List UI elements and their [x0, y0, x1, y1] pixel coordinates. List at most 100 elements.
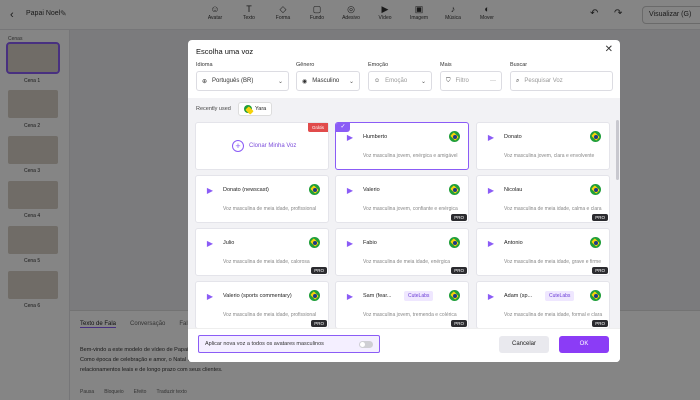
chevron-down-icon: ⌄: [348, 78, 354, 85]
play-icon[interactable]: ▶: [344, 185, 356, 197]
voice-card-sam[interactable]: ▶ Sam (fear... CuteLabs Voz masculina jo…: [335, 281, 469, 329]
voice-description: Voz masculina de meia idade, grave e fir…: [504, 259, 601, 265]
play-icon[interactable]: ▶: [485, 291, 497, 303]
pro-badge: PRO: [592, 320, 608, 327]
voice-card-valerio-sports[interactable]: ▶ Valerio (sports commentary) Voz mascul…: [195, 281, 329, 329]
voice-picker-modal: Escolha uma voz ✕ Idioma ⊕ Português (BR…: [188, 40, 620, 362]
brazil-flag-icon: [309, 237, 320, 248]
voice-name: Adam (sp...: [504, 293, 533, 299]
pro-badge: PRO: [451, 267, 467, 274]
emotion-select[interactable]: ☺ Emoção ⌄: [368, 71, 432, 91]
cutelabs-badge: CuteLabs: [404, 291, 434, 301]
free-badge: Grátis: [307, 123, 328, 132]
voice-description: Voz masculina de meia idade, calma e cla…: [504, 206, 602, 212]
voice-card-donato[interactable]: ▶ Donato Voz masculina jovem, clara e en…: [476, 122, 610, 170]
search-label: Buscar: [510, 62, 528, 68]
recent-voice-chip[interactable]: Yara: [238, 102, 273, 116]
search-placeholder: Pesquisar Voz: [524, 78, 563, 84]
play-icon[interactable]: ▶: [485, 132, 497, 144]
more-filter-select[interactable]: ⛉ Filtro ···: [440, 71, 502, 91]
brazil-flag-icon: [449, 237, 460, 248]
voice-card-julio[interactable]: ▶ Julio Voz masculina de meia idade, cal…: [195, 228, 329, 276]
play-icon[interactable]: ▶: [344, 291, 356, 303]
gender-label: Gênero: [296, 62, 315, 68]
voice-list-scrollbar[interactable]: [616, 120, 619, 180]
voice-description: Voz masculina de meia idade, enérgica: [363, 259, 450, 265]
brazil-flag-icon: [449, 290, 460, 301]
play-icon[interactable]: ▶: [204, 291, 216, 303]
pro-badge: PRO: [592, 214, 608, 221]
cancel-button[interactable]: Cancelar: [499, 336, 549, 353]
more-label: Mais: [440, 62, 452, 68]
apply-all-label: Aplicar nova voz a todos os avatares mas…: [205, 341, 324, 347]
brazil-flag-icon: [590, 290, 601, 301]
voice-name: Nicolau: [504, 187, 523, 193]
clone-voice-label: Clonar Minha Voz: [249, 143, 297, 149]
language-label: Idioma: [196, 62, 213, 68]
voice-name: Julio: [223, 240, 235, 246]
brazil-flag-icon: [449, 184, 460, 195]
play-icon[interactable]: ▶: [344, 132, 356, 144]
language-select[interactable]: ⊕ Português (BR) ⌄: [196, 71, 289, 91]
play-icon[interactable]: ▶: [485, 185, 497, 197]
plus-circle-icon: +: [232, 140, 244, 152]
brazil-flag-icon: [309, 290, 320, 301]
voice-description: Voz masculina de meia idade, profissiona…: [223, 312, 317, 318]
gender-select[interactable]: ◉ Masculino ⌄: [296, 71, 360, 91]
chevron-down-icon: ⌄: [277, 78, 283, 85]
pro-badge: PRO: [311, 267, 327, 274]
voice-description: Voz masculina jovem, clara e envolvente: [504, 153, 595, 159]
voice-name: Donato: [504, 134, 522, 140]
play-icon[interactable]: ▶: [485, 238, 497, 250]
language-value: Português (BR): [212, 78, 254, 84]
voice-card-humberto[interactable]: ✓ ▶ Humberto Voz masculina jovem, enérgi…: [335, 122, 469, 170]
clone-voice-card[interactable]: Grátis + Clonar Minha Voz: [195, 122, 329, 170]
voice-name: Valerio (sports commentary): [223, 293, 292, 299]
voice-card-donato-newscast[interactable]: ▶ Donato (newscast) Voz masculina de mei…: [195, 175, 329, 223]
voice-description: Voz masculina de meia idade, formal e cl…: [504, 312, 603, 318]
voice-card-valerio[interactable]: ▶ Valerio Voz masculina jovem, confiante…: [335, 175, 469, 223]
play-icon[interactable]: ▶: [204, 185, 216, 197]
voice-description: Voz masculina de meia idade, calorosa: [223, 259, 310, 265]
search-input[interactable]: ⌕ Pesquisar Voz: [510, 71, 613, 91]
search-icon: ⌕: [516, 77, 520, 84]
voice-name: Antonio: [504, 240, 523, 246]
gender-value: Masculino: [312, 78, 340, 84]
ok-button[interactable]: OK: [559, 336, 609, 353]
pro-badge: PRO: [451, 320, 467, 327]
play-icon[interactable]: ▶: [344, 238, 356, 250]
cutelabs-badge: CuteLabs: [545, 291, 575, 301]
brazil-flag-icon: [590, 131, 601, 142]
brazil-flag-icon: [309, 184, 320, 195]
globe-icon: ⊕: [202, 78, 208, 85]
voice-name: Fabio: [363, 240, 377, 246]
voice-name: Donato (newscast): [223, 187, 269, 193]
play-icon[interactable]: ▶: [204, 238, 216, 250]
chevron-down-icon: ⌄: [420, 78, 426, 85]
pro-badge: PRO: [451, 214, 467, 221]
brazil-flag-icon: [449, 131, 460, 142]
voice-card-adam[interactable]: ▶ Adam (sp... CuteLabs Voz masculina de …: [476, 281, 610, 329]
smile-icon: ☺: [374, 78, 381, 84]
filter-placeholder: Filtro: [455, 78, 469, 84]
recently-used-label: Recently used: [196, 106, 231, 112]
brazil-flag-icon: [590, 184, 601, 195]
pro-badge: PRO: [311, 320, 327, 327]
apply-all-toggle[interactable]: [359, 341, 373, 348]
voice-name: Humberto: [363, 134, 388, 140]
recent-voice-name: Yara: [255, 106, 267, 112]
emotion-placeholder: Emoção: [385, 78, 408, 84]
voice-description: Voz masculina jovem, confiante e enérgic…: [363, 206, 458, 212]
apply-all-option[interactable]: Aplicar nova voz a todos os avatares mas…: [198, 335, 380, 353]
voice-description: Voz masculina jovem, enérgica e amigável: [363, 153, 458, 159]
voice-card-antonio[interactable]: ▶ Antonio Voz masculina de meia idade, g…: [476, 228, 610, 276]
voice-card-fabio[interactable]: ▶ Fabio Voz masculina de meia idade, ené…: [335, 228, 469, 276]
brazil-flag-icon: [590, 237, 601, 248]
gender-icon: ◉: [302, 78, 308, 85]
voice-card-nicolau[interactable]: ▶ Nicolau Voz masculina de meia idade, c…: [476, 175, 610, 223]
voice-name: Valerio: [363, 187, 380, 193]
modal-title: Escolha uma voz: [196, 47, 254, 56]
voice-description: Voz masculina de meia idade, profissiona…: [223, 206, 317, 212]
close-icon[interactable]: ✕: [605, 44, 613, 55]
voice-name: Sam (fear...: [363, 293, 392, 299]
